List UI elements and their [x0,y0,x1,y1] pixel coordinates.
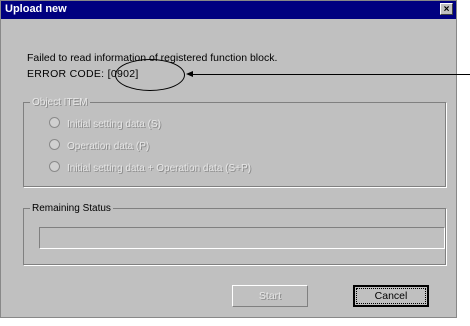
close-button[interactable]: × [440,3,453,15]
radio-label: Initial setting data (S) [67,119,161,130]
cancel-button[interactable]: Cancel [353,285,429,307]
radio-button-icon [49,139,60,150]
error-code-highlight-oval [115,59,185,91]
radio-initial-setting[interactable]: Initial setting data (S) [49,117,161,130]
cancel-button-label: Cancel [356,288,426,304]
start-button[interactable]: Start [232,285,308,307]
radio-label: Initial setting data + Operation data (S… [67,163,251,174]
radio-operation-data[interactable]: Operation data (P) [49,139,149,152]
error-code-label: ERROR CODE: [27,68,105,80]
radio-button-icon [49,161,60,172]
remaining-status-legend: Remaining Status [32,203,111,214]
callout-leader-line [190,74,470,75]
progress-bar [39,227,445,249]
radio-initial-plus-operation[interactable]: Initial setting data + Operation data (S… [49,161,251,174]
upload-dialog: Upload new × Failed to read information … [0,0,457,318]
radio-label: Operation data (P) [67,141,150,152]
title-bar: Upload new × [1,1,456,19]
radio-button-icon [49,117,60,128]
window-title: Upload new [5,3,67,15]
object-item-legend: Object ITEM [32,97,88,108]
